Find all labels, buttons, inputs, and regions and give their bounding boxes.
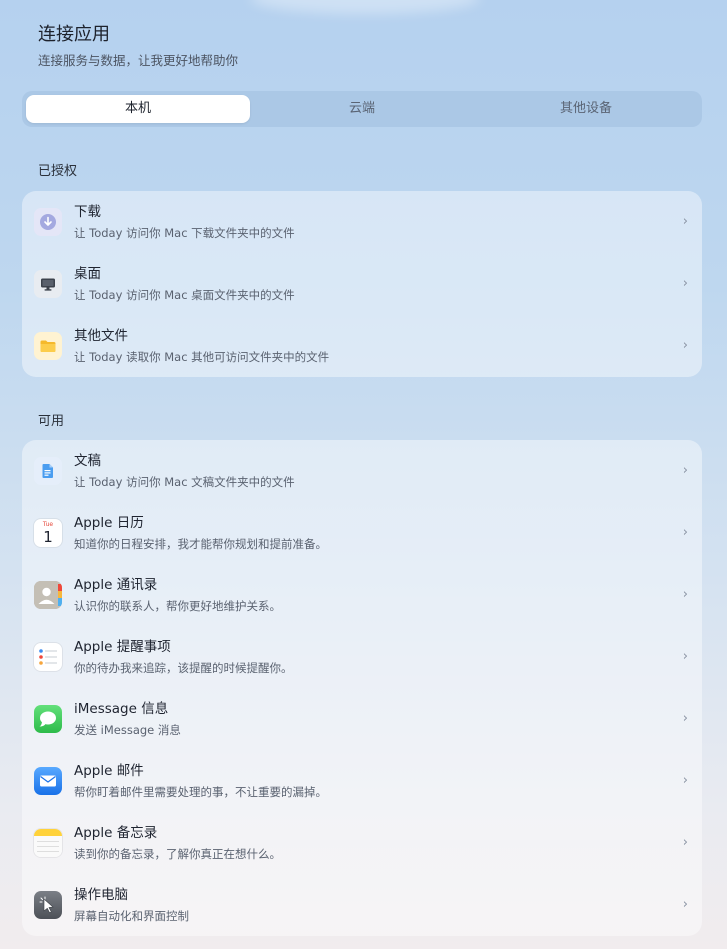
app-row-messages[interactable]: iMessage 信息 发送 iMessage 消息 › xyxy=(22,688,702,750)
app-description: 让 Today 访问你 Mac 文稿文件夹中的文件 xyxy=(74,475,295,489)
chevron-right-icon: › xyxy=(682,525,688,540)
document-icon xyxy=(34,457,62,485)
chevron-right-icon: › xyxy=(682,649,688,664)
app-description: 读到你的备忘录，了解你真正在想什么。 xyxy=(74,847,281,861)
chevron-right-icon: › xyxy=(682,587,688,602)
app-title: 其他文件 xyxy=(74,328,128,344)
reminders-icon xyxy=(34,643,62,671)
app-title: Apple 备忘录 xyxy=(74,825,158,841)
app-row-desktop[interactable]: 桌面 让 Today 访问你 Mac 桌面文件夹中的文件 › xyxy=(22,253,702,315)
app-title: Apple 通讯录 xyxy=(74,577,158,593)
app-row-downloads[interactable]: 下载 让 Today 访问你 Mac 下载文件夹中的文件 › xyxy=(22,191,702,253)
app-description: 知道你的日程安排，我才能帮你规划和提前准备。 xyxy=(74,537,327,551)
calendar-icon: Tue 1 xyxy=(34,519,62,547)
app-title: Apple 提醒事项 xyxy=(74,639,171,655)
app-title: 桌面 xyxy=(74,266,101,282)
chevron-right-icon: › xyxy=(682,897,688,912)
app-title: Apple 邮件 xyxy=(74,763,144,779)
segmented-tabs: 本机 云端 其他设备 xyxy=(22,91,702,127)
chevron-right-icon: › xyxy=(682,338,688,353)
messages-icon xyxy=(34,705,62,733)
app-description: 你的待办我来追踪，该提醒的时候提醒你。 xyxy=(74,661,293,675)
app-row-calendar[interactable]: Tue 1 Apple 日历 知道你的日程安排，我才能帮你规划和提前准备。 › xyxy=(22,502,702,564)
chevron-right-icon: › xyxy=(682,276,688,291)
app-row-mail[interactable]: Apple 邮件 帮你盯着邮件里需要处理的事，不让重要的漏掉。 › xyxy=(22,750,702,812)
app-description: 让 Today 读取你 Mac 其他可访问文件夹中的文件 xyxy=(74,350,330,364)
app-description: 认识你的联系人，帮你更好地维护关系。 xyxy=(74,599,281,613)
mail-icon xyxy=(34,767,62,795)
chevron-right-icon: › xyxy=(682,214,688,229)
available-card: 文稿 让 Today 访问你 Mac 文稿文件夹中的文件 › Tue 1 App… xyxy=(22,440,702,936)
section-label-authorized: 已授权 xyxy=(38,164,78,179)
app-description: 让 Today 访问你 Mac 下载文件夹中的文件 xyxy=(74,226,295,240)
app-title: 文稿 xyxy=(74,453,101,469)
tab-local[interactable]: 本机 xyxy=(26,95,250,123)
top-glow xyxy=(250,0,480,14)
app-description: 发送 iMessage 消息 xyxy=(74,723,181,737)
contacts-icon xyxy=(34,581,62,609)
app-description: 让 Today 访问你 Mac 桌面文件夹中的文件 xyxy=(74,288,295,302)
app-description: 帮你盯着邮件里需要处理的事，不让重要的漏掉。 xyxy=(74,785,327,799)
page-title: 连接应用 xyxy=(38,24,110,45)
folder-icon xyxy=(34,332,62,360)
app-description: 屏幕自动化和界面控制 xyxy=(74,909,189,923)
app-title: Apple 日历 xyxy=(74,515,144,531)
tab-other-devices[interactable]: 其他设备 xyxy=(474,95,698,123)
authorized-card: 下载 让 Today 访问你 Mac 下载文件夹中的文件 › 桌面 让 Toda… xyxy=(22,191,702,377)
calendar-day: 1 xyxy=(43,528,53,546)
desktop-icon xyxy=(34,270,62,298)
chevron-right-icon: › xyxy=(682,835,688,850)
app-title: 下载 xyxy=(74,204,101,220)
page-subtitle: 连接服务与数据，让我更好地帮助你 xyxy=(38,53,239,68)
page-header: 连接应用 连接服务与数据，让我更好地帮助你 xyxy=(38,22,238,70)
app-title: 操作电脑 xyxy=(74,887,128,903)
app-title: iMessage 信息 xyxy=(74,701,169,717)
section-label-available: 可用 xyxy=(38,414,65,429)
app-row-notes[interactable]: Apple 备忘录 读到你的备忘录，了解你真正在想什么。 › xyxy=(22,812,702,874)
download-icon xyxy=(34,208,62,236)
notes-icon xyxy=(34,829,62,857)
app-row-reminders[interactable]: Apple 提醒事项 你的待办我来追踪，该提醒的时候提醒你。 › xyxy=(22,626,702,688)
app-row-other-files[interactable]: 其他文件 让 Today 读取你 Mac 其他可访问文件夹中的文件 › xyxy=(22,315,702,377)
app-row-contacts[interactable]: Apple 通讯录 认识你的联系人，帮你更好地维护关系。 › xyxy=(22,564,702,626)
chevron-right-icon: › xyxy=(682,711,688,726)
cursor-icon xyxy=(34,891,62,919)
app-row-documents[interactable]: 文稿 让 Today 访问你 Mac 文稿文件夹中的文件 › xyxy=(22,440,702,502)
chevron-right-icon: › xyxy=(682,463,688,478)
tab-cloud[interactable]: 云端 xyxy=(250,95,474,123)
app-row-computer-control[interactable]: 操作电脑 屏幕自动化和界面控制 › xyxy=(22,874,702,936)
chevron-right-icon: › xyxy=(682,773,688,788)
